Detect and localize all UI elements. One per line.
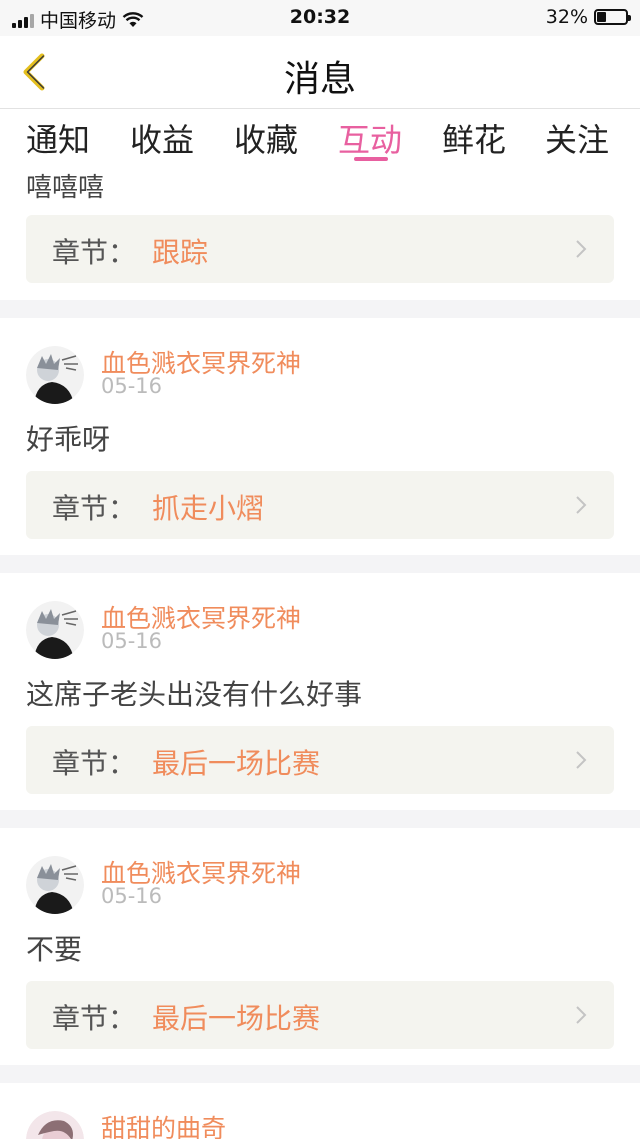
- chapter-link[interactable]: 章节： 最后一场比赛: [26, 981, 614, 1049]
- chapter-name: 最后一场比赛: [152, 1002, 321, 1035]
- message-text: 好乖呀: [26, 423, 111, 456]
- timestamp: 05-16: [101, 374, 163, 398]
- tab-earnings[interactable]: 收益: [130, 115, 194, 161]
- tab-notifications[interactable]: 通知: [26, 115, 90, 161]
- message-list[interactable]: 嘻嘻嘻 章节： 跟踪 血色溅衣冥界死神 05-16 好乖呀 章节： 抓走小熠 血…: [0, 161, 640, 1139]
- avatar[interactable]: [26, 601, 84, 659]
- chapter-name: 最后一场比赛: [152, 747, 321, 780]
- chapter-label: 章节：: [52, 236, 137, 269]
- navigation-bar: 消息: [0, 36, 640, 109]
- status-right: 32%: [545, 6, 631, 28]
- chapter-link[interactable]: 章节： 跟踪: [26, 215, 614, 283]
- list-item: 嘻嘻嘻 章节： 跟踪: [0, 161, 640, 300]
- battery-percent: 32%: [545, 6, 588, 28]
- list-item: 血色溅衣冥界死神 05-16 好乖呀 章节： 抓走小熠: [0, 318, 640, 555]
- status-bar: 中国移动 20:32 32%: [0, 0, 640, 36]
- battery-icon: [594, 9, 631, 25]
- avatar[interactable]: [26, 856, 84, 914]
- chevron-right-icon: [576, 1006, 587, 1024]
- page-title: 消息: [283, 59, 356, 100]
- list-item: 血色溅衣冥界死神 05-16 不要 章节： 最后一场比赛: [0, 828, 640, 1065]
- chapter-link[interactable]: 章节： 抓走小熠: [26, 471, 614, 539]
- chevron-right-icon: [576, 751, 587, 769]
- timestamp: 05-16: [101, 884, 163, 908]
- status-time: 20:32: [289, 6, 351, 28]
- username[interactable]: 甜甜的曲奇: [101, 1109, 226, 1139]
- chapter-label: 章节：: [52, 747, 137, 780]
- tab-following[interactable]: 关注: [545, 115, 609, 161]
- message-text: 这席子老头出没有什么好事: [26, 678, 363, 711]
- chapter-link[interactable]: 章节： 最后一场比赛: [26, 726, 614, 794]
- tab-flowers[interactable]: 鲜花: [442, 115, 506, 161]
- chapter-label: 章节：: [52, 492, 137, 525]
- list-item: 甜甜的曲奇: [0, 1083, 640, 1139]
- chapter-name: 抓走小熠: [152, 492, 265, 525]
- tab-bar: 通知 收益 收藏 互动 鲜花 关注: [0, 109, 640, 161]
- chevron-right-icon: [576, 496, 587, 514]
- chevron-right-icon: [576, 240, 587, 258]
- message-text: 嘻嘻嘻: [26, 173, 105, 203]
- message-text: 不要: [26, 933, 83, 966]
- chapter-label: 章节：: [52, 1002, 137, 1035]
- tab-interactions[interactable]: 互动: [338, 115, 402, 161]
- avatar[interactable]: [26, 1111, 84, 1139]
- timestamp: 05-16: [101, 629, 163, 653]
- tab-favorites[interactable]: 收藏: [234, 115, 298, 161]
- avatar[interactable]: [26, 346, 84, 404]
- chapter-name: 跟踪: [152, 236, 209, 269]
- list-item: 血色溅衣冥界死神 05-16 这席子老头出没有什么好事 章节： 最后一场比赛: [0, 573, 640, 810]
